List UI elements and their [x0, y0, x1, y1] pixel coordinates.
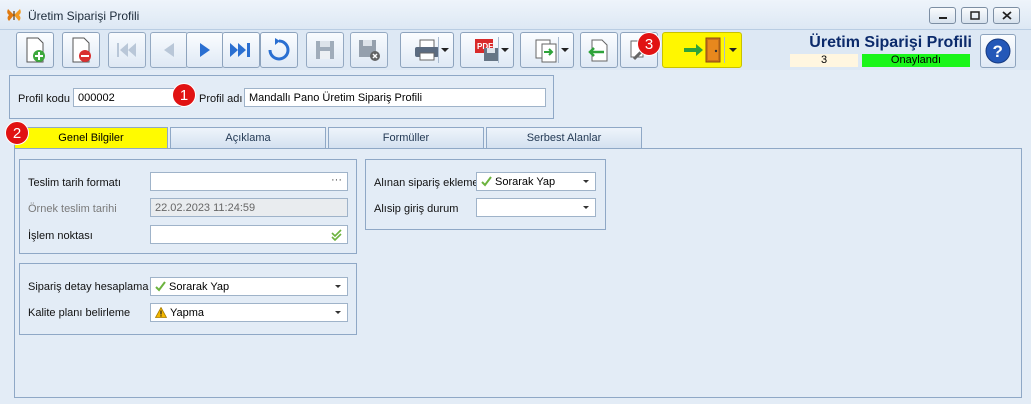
chevron-down-icon	[501, 48, 509, 52]
calculation-group: Sipariş detay hesaplama Sorarak Yap Kali…	[19, 263, 357, 335]
check-icon	[481, 176, 492, 187]
profile-name-input[interactable]: Mandallı Pano Üretim Sipariş Profili	[244, 88, 546, 107]
entry-status-label: Alısip giriş durum	[374, 203, 459, 215]
svg-text:?: ?	[993, 42, 1003, 61]
sample-date-label: Örnek teslim tarihi	[28, 203, 117, 215]
import-icon	[588, 39, 608, 62]
order-detail-label: Sipariş detay hesaplama	[28, 281, 149, 293]
chevron-down-icon	[441, 48, 449, 52]
marker-badge-3: 3	[637, 32, 661, 56]
delete-document-icon	[72, 37, 91, 63]
new-record-button[interactable]	[16, 32, 54, 68]
process-point-label: İşlem noktası	[28, 230, 93, 242]
chevron-down-icon	[335, 285, 341, 288]
help-icon: ?	[985, 38, 1011, 64]
export-pdf-button[interactable]: PDF	[460, 32, 514, 68]
profile-name-value: Mandallı Pano Üretim Sipariş Profili	[249, 92, 423, 104]
quality-plan-select[interactable]: Yapma	[150, 303, 348, 322]
profile-code-label: Profil kodu	[18, 93, 70, 105]
profile-code-input[interactable]: 000002	[73, 88, 181, 107]
maximize-button[interactable]	[961, 7, 988, 24]
check-icon	[155, 281, 166, 292]
tab-formulas[interactable]: Formüller	[328, 127, 484, 148]
next-icon	[200, 43, 210, 57]
close-button[interactable]	[993, 7, 1020, 24]
butterfly-icon	[7, 9, 21, 21]
save-icon	[316, 41, 334, 59]
save-cancel-icon	[359, 40, 380, 61]
first-icon	[117, 43, 136, 57]
sample-date-field: 22.02.2023 11:24:59	[150, 198, 348, 217]
double-check-icon	[331, 229, 342, 241]
minimize-button[interactable]	[929, 7, 956, 24]
date-format-label: Teslim tarih formatı	[28, 177, 121, 189]
pdf-icon: PDF	[475, 39, 498, 61]
close-icon	[1001, 11, 1012, 20]
warning-icon	[155, 307, 167, 318]
chevron-down-icon	[583, 180, 589, 183]
cancel-save-button[interactable]	[350, 32, 388, 68]
printer-icon	[415, 39, 439, 61]
general-tab-panel: Teslim tarih formatı ··· Örnek teslim ta…	[14, 148, 1022, 398]
tab-general[interactable]: Genel Bilgiler	[14, 127, 168, 149]
delete-record-button[interactable]	[62, 32, 100, 68]
minimize-icon	[938, 16, 947, 19]
title-bar: Üretim Siparişi Profili	[0, 0, 1031, 30]
date-settings-group: Teslim tarih formatı ··· Örnek teslim ta…	[19, 159, 357, 254]
chevron-down-icon	[729, 48, 737, 52]
received-order-select[interactable]: Sorarak Yap	[476, 172, 596, 191]
record-number: 3	[790, 54, 858, 67]
exit-button[interactable]	[662, 32, 742, 68]
save-button[interactable]	[306, 32, 344, 68]
exit-door-icon	[684, 37, 721, 63]
profile-name-label: Profil adı	[199, 93, 243, 105]
previous-icon	[164, 43, 174, 57]
received-order-group: Alınan sipariş ekleme Sorarak Yap Alısip…	[365, 159, 606, 230]
profile-group: Profil kodu 000002 Profil adı Mandallı P…	[9, 75, 554, 119]
help-button[interactable]: ?	[980, 34, 1016, 68]
copy-button[interactable]	[520, 32, 574, 68]
last-icon	[230, 43, 250, 57]
new-document-icon	[26, 37, 45, 63]
copy-icon	[535, 39, 557, 63]
window-title: Üretim Siparişi Profili	[28, 9, 140, 23]
header-title: Üretim Siparişi Profili	[809, 34, 972, 51]
marker-badge-1: 1	[172, 83, 196, 107]
entry-status-select[interactable]	[476, 198, 596, 217]
ellipsis-button[interactable]: ···	[331, 174, 342, 186]
quality-plan-label: Kalite planı belirleme	[28, 307, 131, 319]
chevron-down-icon	[335, 311, 341, 314]
status-badge: Onaylandı	[862, 54, 970, 67]
previous-record-button[interactable]	[150, 32, 188, 68]
process-point-input[interactable]	[150, 225, 348, 244]
received-order-label: Alınan sipariş ekleme	[374, 177, 479, 189]
maximize-icon	[969, 11, 980, 20]
import-button[interactable]	[580, 32, 618, 68]
refresh-icon	[268, 38, 290, 61]
first-record-button[interactable]	[108, 32, 146, 68]
chevron-down-icon	[561, 48, 569, 52]
tab-free-fields[interactable]: Serbest Alanlar	[486, 127, 642, 148]
refresh-button[interactable]	[260, 32, 298, 68]
print-button[interactable]	[400, 32, 454, 68]
next-record-button[interactable]	[186, 32, 224, 68]
last-record-button[interactable]	[222, 32, 260, 68]
tab-description[interactable]: Açıklama	[170, 127, 326, 148]
date-format-input[interactable]: ···	[150, 172, 348, 191]
marker-badge-2: 2	[5, 121, 29, 145]
chevron-down-icon	[583, 206, 589, 209]
order-detail-select[interactable]: Sorarak Yap	[150, 277, 348, 296]
